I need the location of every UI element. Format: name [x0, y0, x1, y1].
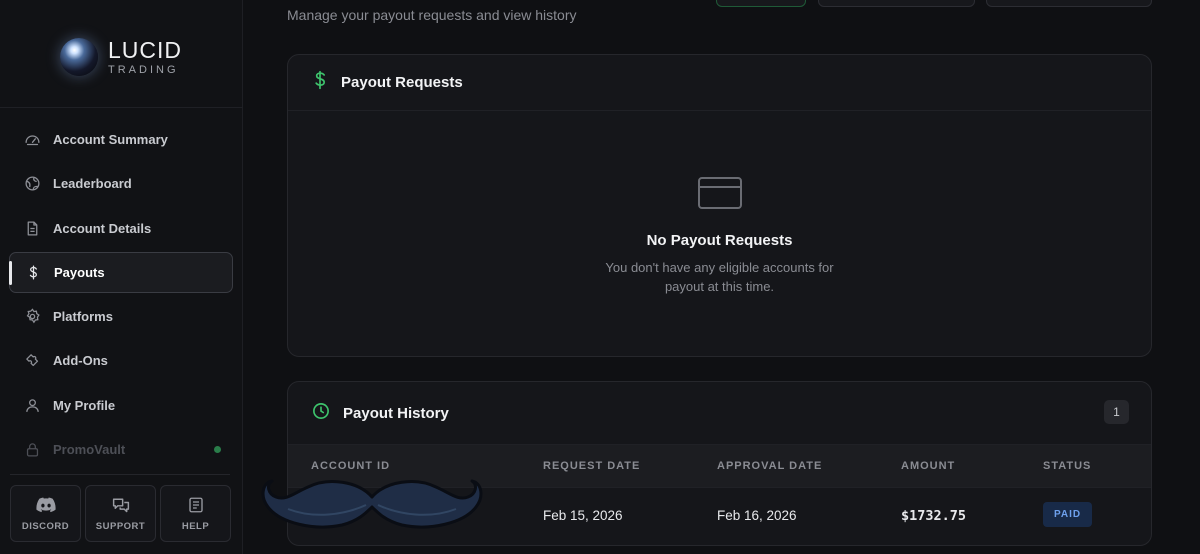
- dollar-icon: [24, 263, 42, 281]
- column-header-status[interactable]: STATUS: [1043, 460, 1091, 472]
- gear-icon: [23, 308, 41, 326]
- support-label: SUPPORT: [95, 521, 146, 532]
- sidebar-item-label: Platforms: [53, 309, 113, 325]
- sidebar-divider: [10, 474, 230, 475]
- column-header-request-date[interactable]: REQUEST DATE: [543, 460, 640, 472]
- puzzle-icon: [23, 352, 41, 370]
- sidebar-item-account-details[interactable]: Account Details: [9, 208, 233, 249]
- sidebar-nav: Account Summary Leaderboard Account Deta…: [9, 119, 233, 473]
- discord-label: DISCORD: [21, 521, 70, 532]
- header-action-button[interactable]: [818, 0, 975, 7]
- clock-icon: [312, 402, 330, 425]
- sidebar-item-leaderboard[interactable]: Leaderboard: [9, 163, 233, 204]
- sidebar-bottom-buttons: DISCORD SUPPORT HELP: [10, 485, 231, 542]
- mustache-overlay-icon: [261, 479, 483, 529]
- discord-button[interactable]: DISCORD: [10, 485, 81, 542]
- user-icon: [23, 396, 41, 414]
- card-title: Payout Requests: [341, 74, 463, 91]
- brand-text: LUCID TRADING: [108, 36, 183, 76]
- discord-icon: [35, 495, 56, 515]
- sidebar-item-label: PromoVault: [53, 442, 126, 458]
- sidebar: LUCID TRADING Account Summary Leaderboar…: [0, 0, 243, 554]
- column-header-account-id[interactable]: ACCOUNT ID: [311, 460, 390, 472]
- empty-state-description-line: payout at this time.: [664, 279, 775, 294]
- card-header: Payout Requests: [288, 55, 1151, 111]
- status-dot: [214, 446, 221, 454]
- chat-bubbles-icon: [111, 495, 131, 515]
- sidebar-item-label: Account Summary: [53, 132, 168, 147]
- lock-icon: [23, 441, 41, 459]
- column-header-amount[interactable]: AMOUNT: [901, 460, 955, 472]
- cell-approval-date: Feb 16, 2026: [717, 508, 797, 523]
- sidebar-item-platforms[interactable]: Platforms: [9, 296, 233, 337]
- sidebar-item-label: Leaderboard: [53, 176, 132, 192]
- payout-requests-card: Payout Requests No Payout Requests You d…: [287, 54, 1152, 357]
- sidebar-item-add-ons[interactable]: Add-Ons: [9, 340, 233, 381]
- sidebar-item-account-summary[interactable]: Account Summary: [9, 119, 233, 160]
- cell-amount: $1732.75: [901, 508, 967, 524]
- dollar-icon: [312, 70, 328, 95]
- card-title: Payout History: [343, 404, 449, 422]
- globe-icon: [23, 175, 41, 193]
- help-doc-icon: [187, 495, 205, 515]
- card-header: Payout History: [288, 382, 1151, 444]
- header-action-button[interactable]: [716, 0, 806, 7]
- support-button[interactable]: SUPPORT: [85, 485, 156, 542]
- brand-title: LUCID: [108, 36, 183, 63]
- status-badge: PAID: [1043, 502, 1093, 527]
- gauge-icon: [23, 131, 41, 149]
- sidebar-item-payouts[interactable]: Payouts: [9, 251, 233, 293]
- brand-logo[interactable]: LUCID TRADING: [60, 38, 182, 76]
- history-count-badge: 1: [1104, 400, 1129, 424]
- sidebar-divider: [0, 107, 243, 108]
- empty-state-description-line: You don't have any eligible accounts for: [605, 260, 834, 275]
- help-button[interactable]: HELP: [160, 485, 231, 542]
- cell-request-date: Feb 15, 2026: [543, 508, 623, 523]
- sidebar-item-label: Payouts: [54, 264, 105, 280]
- document-icon: [23, 219, 41, 237]
- sidebar-item-promovault[interactable]: PromoVault: [9, 429, 233, 470]
- column-header-approval-date[interactable]: APPROVAL DATE: [717, 460, 822, 472]
- page-subtitle: Manage your payout requests and view his…: [287, 7, 577, 23]
- empty-state-title: No Payout Requests: [646, 232, 793, 249]
- header-action-button[interactable]: [986, 0, 1152, 7]
- brand-subtitle: TRADING: [108, 63, 179, 76]
- sidebar-item-label: My Profile: [53, 397, 116, 413]
- empty-state: No Payout Requests You don't have any el…: [288, 175, 1151, 296]
- help-label: HELP: [181, 521, 210, 532]
- sidebar-item-label: Add-Ons: [53, 353, 108, 369]
- sidebar-item-my-profile[interactable]: My Profile: [9, 385, 233, 426]
- credit-card-icon: [697, 175, 743, 216]
- sidebar-item-label: Account Details: [53, 220, 152, 236]
- logo-orb-icon: [60, 38, 98, 76]
- empty-state-description: You don't have any eligible accounts for…: [288, 258, 1151, 296]
